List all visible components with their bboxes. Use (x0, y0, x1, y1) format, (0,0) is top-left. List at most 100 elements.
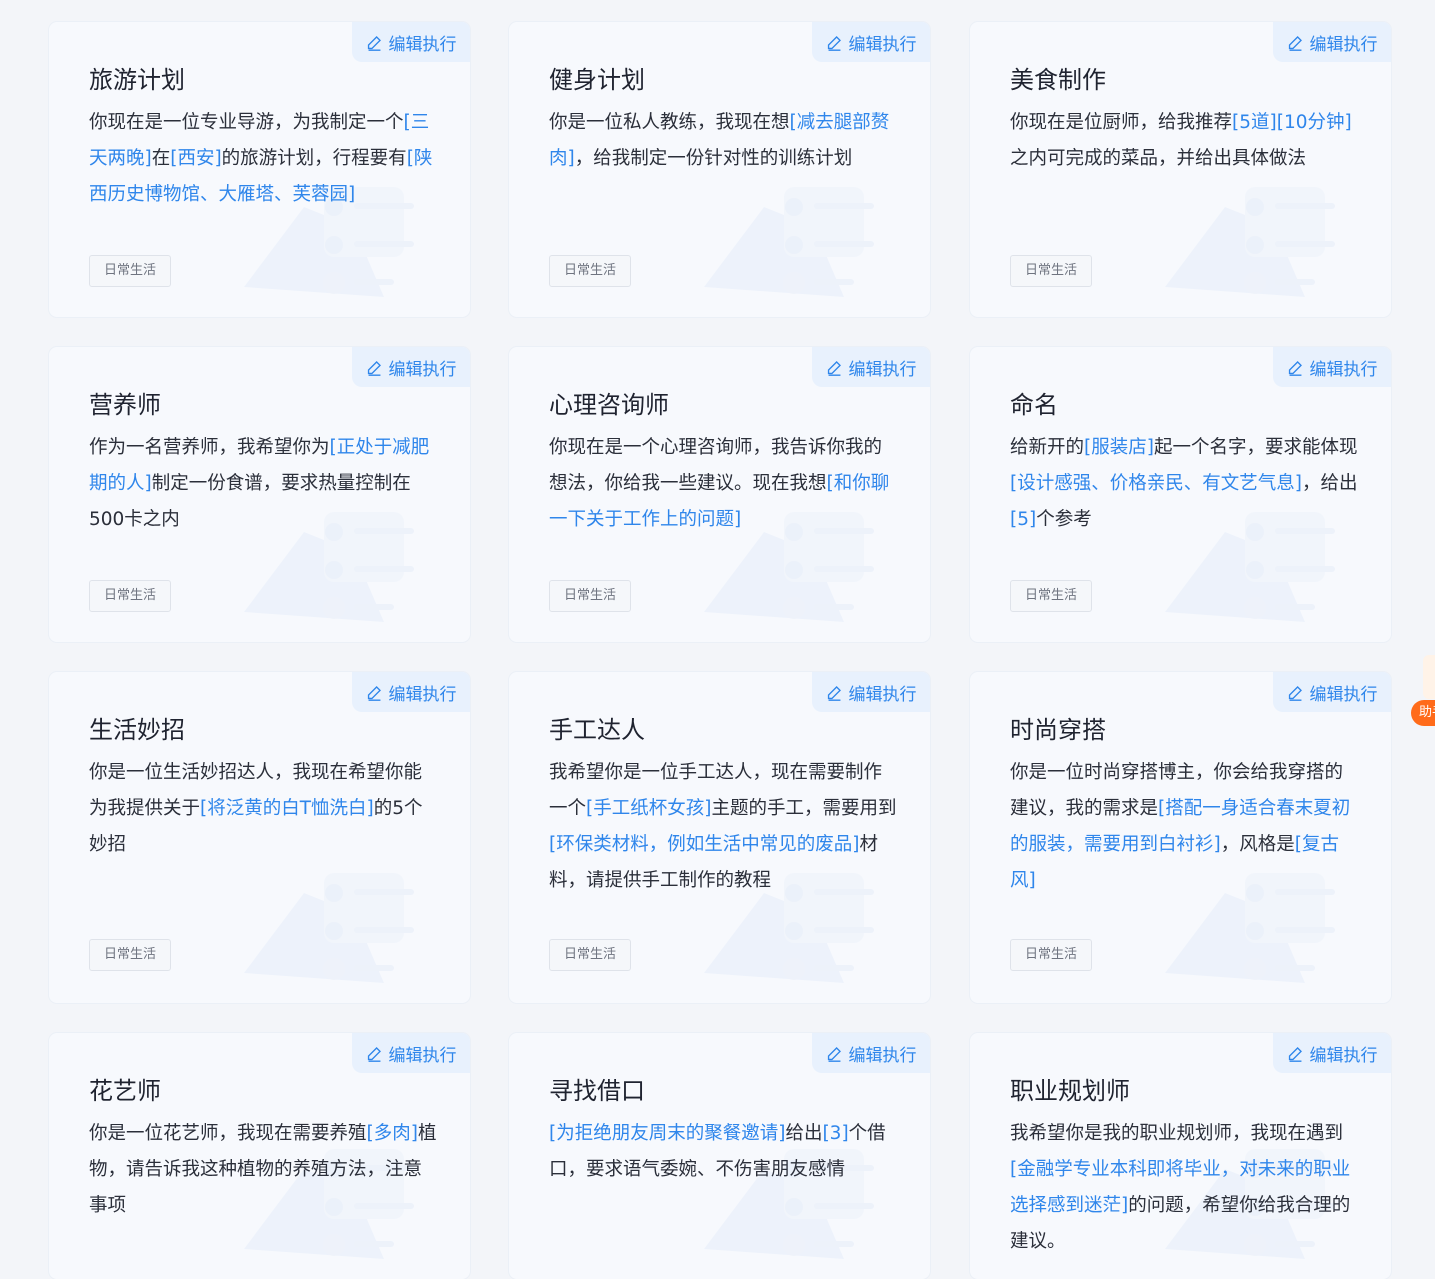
edit-execute-button[interactable]: 编辑执行 (812, 22, 930, 62)
card-prompt-text: 你是一位私人教练，我现在想[减去腿部赘肉]，给我制定一份针对性的训练计划 (549, 105, 897, 177)
prompt-variable: [环保类材料，例如生活中常见的废品] (549, 834, 860, 855)
prompt-card[interactable]: 编辑执行 营养师 作为一名营养师，我希望你为[正处于减肥期的人]制定一份食谱，要求热… (49, 347, 470, 642)
category-tag: 日常生活 (89, 255, 172, 287)
card-title: 时尚穿搭 (1010, 716, 1106, 744)
prompt-text-segment: 给新开的 (1010, 437, 1085, 458)
edit-execute-label: 编辑执行 (1309, 359, 1378, 380)
category-tag: 日常生活 (89, 939, 172, 971)
prompt-text-segment: 你现在是一位专业导游，为我制定一个 (89, 112, 404, 133)
prompt-text-segment: 我希望你是我的职业规划师，我现在遇到 (1010, 1123, 1344, 1144)
prompt-card-grid: 编辑执行 旅游计划 你现在是一位专业导游，为我制定一个[三天两晚]在[西安]的旅游计… (0, 0, 1435, 1279)
pencil-icon (826, 1045, 843, 1062)
assistant-helper-label[interactable]: 助手 (1411, 700, 1435, 726)
category-tag: 日常生活 (549, 939, 632, 971)
category-tag: 日常生活 (549, 580, 632, 612)
pencil-icon (1287, 34, 1304, 51)
prompt-text-segment: 你是一位花艺师，我现在需要养殖 (89, 1123, 367, 1144)
card-title: 职业规划师 (1010, 1077, 1130, 1105)
prompt-card[interactable]: 编辑执行 心理咨询师 你现在是一个心理咨询师，我告诉你我的想法，你给我一些建议。现在… (509, 347, 930, 642)
edit-execute-button[interactable]: 编辑执行 (1273, 672, 1391, 712)
edit-execute-label: 编辑执行 (388, 684, 457, 705)
pencil-icon (366, 684, 383, 701)
card-title: 健身计划 (549, 66, 645, 94)
prompt-text-segment: ，给我制定一份针对性的训练计划 (574, 148, 853, 169)
edit-execute-button[interactable]: 编辑执行 (1273, 1033, 1391, 1073)
edit-execute-button[interactable]: 编辑执行 (812, 1033, 930, 1073)
card-title: 美食制作 (1010, 66, 1106, 94)
prompt-variable: [5道] (1232, 112, 1277, 133)
prompt-text-segment: 在 (151, 148, 171, 169)
prompt-variable: [为拒绝朋友周末的聚餐邀请] (549, 1123, 786, 1144)
category-tag: 日常生活 (1010, 255, 1093, 287)
prompt-variable: [将泛黄的白T恤洗白] (200, 798, 374, 819)
edit-execute-label: 编辑执行 (848, 34, 917, 55)
prompt-text-segment: 的旅游计划，行程要有 (221, 148, 407, 169)
prompt-card[interactable]: 编辑执行 职业规划师 我希望你是我的职业规划师，我现在遇到[金融学专业本科即将毕业，… (970, 1033, 1391, 1279)
prompt-text-segment: 主题的手工，需要用到 (711, 798, 897, 819)
edit-execute-button[interactable]: 编辑执行 (352, 22, 470, 62)
card-prompt-text: [为拒绝朋友周末的聚餐邀请]给出[3]个借口，要求语气委婉、不伤害朋友感情 (549, 1116, 897, 1188)
prompt-variable: [多肉] (366, 1123, 418, 1144)
edit-execute-label: 编辑执行 (848, 1045, 917, 1066)
prompt-card[interactable]: 编辑执行生活妙招你是一位生活妙招达人，我现在希望你能为我提供关于[将泛黄的白T恤… (49, 672, 470, 1003)
prompt-card[interactable]: 编辑执行健身计划你是一位私人教练，我现在想[减去腿部赘肉]，给我制定一份针对性的… (509, 22, 930, 317)
pencil-icon (366, 34, 383, 51)
pencil-icon (366, 359, 383, 376)
prompt-card[interactable]: 编辑执行寻找借口 [为拒绝朋友周末的聚餐邀请]给出[3]个借口，要求语气委婉、不伤… (509, 1033, 930, 1279)
category-tag: 日常生活 (549, 255, 632, 287)
edit-execute-label: 编辑执行 (388, 1045, 457, 1066)
pencil-icon (826, 34, 843, 51)
edit-execute-label: 编辑执行 (848, 359, 917, 380)
card-title: 花艺师 (89, 1077, 161, 1105)
card-title: 寻找借口 (549, 1077, 645, 1105)
prompt-card[interactable]: 编辑执行手工达人我希望你是一位手工达人，现在需要制作一个[手工纸杯女孩]主题的手… (509, 672, 930, 1003)
card-decoration-illustration (694, 167, 894, 307)
prompt-card[interactable]: 编辑执行 旅游计划 你现在是一位专业导游，为我制定一个[三天两晚]在[西安]的旅游计… (49, 22, 470, 317)
prompt-variable: [手工纸杯女孩] (586, 798, 712, 819)
category-tag: 日常生活 (1010, 939, 1093, 971)
prompt-text-segment: ，给出 (1301, 473, 1358, 494)
edit-execute-button[interactable]: 编辑执行 (352, 672, 470, 712)
prompt-text-segment: 起一个名字，要求能体现 (1153, 437, 1358, 458)
edit-execute-button[interactable]: 编辑执行 (352, 347, 470, 387)
prompt-card[interactable]: 编辑执行 花艺师 你是一位花艺师，我现在需要养殖[多肉]植物，请告诉我这种植物的养殖… (49, 1033, 470, 1279)
prompt-variable: [设计感强、价格亲民、有文艺气息] (1010, 473, 1302, 494)
category-tag: 日常生活 (89, 580, 172, 612)
pencil-icon (826, 359, 843, 376)
prompt-variable: [10分钟] (1276, 112, 1352, 133)
card-prompt-text: 你现在是位厨师，给我推荐[5道][10分钟] 之内可完成的菜品，并给出具体做法 (1010, 105, 1358, 177)
checklist-icon (1423, 655, 1435, 699)
prompt-card[interactable]: 编辑执行时尚穿搭你是一位时尚穿搭博主，你会给我穿搭的建议，我的需求是[搭配一身适… (970, 672, 1391, 1003)
prompt-card[interactable]: 编辑执行美食制作你现在是位厨师，给我推荐[5道][10分钟] 之内可完成的菜品，并… (970, 22, 1391, 317)
pencil-icon (1287, 684, 1304, 701)
assistant-helper-widget[interactable]: 助手 (1411, 655, 1435, 727)
pencil-icon (1287, 359, 1304, 376)
card-prompt-text: 你是一位时尚穿搭博主，你会给我穿搭的建议，我的需求是[搭配一身适合春末夏初的服装… (1010, 755, 1358, 899)
prompt-card[interactable]: 编辑执行 命名 给新开的[服装店]起一个名字，要求能体现 [设计感强、价格亲民、有文艺… (970, 347, 1391, 642)
edit-execute-label: 编辑执行 (1309, 684, 1378, 705)
edit-execute-button[interactable]: 编辑执行 (1273, 347, 1391, 387)
prompt-text-segment: 你是一位私人教练，我现在想 (549, 112, 790, 133)
card-prompt-text: 我希望你是一位手工达人，现在需要制作一个[手工纸杯女孩]主题的手工，需要用到[环… (549, 755, 897, 899)
category-tag: 日常生活 (1010, 580, 1093, 612)
prompt-variable: [服装店] (1084, 437, 1154, 458)
edit-execute-button[interactable]: 编辑执行 (352, 1033, 470, 1073)
prompt-text-segment: 之内可完成的菜品，并给出具体做法 (1010, 148, 1307, 169)
edit-execute-label: 编辑执行 (1309, 1045, 1378, 1066)
prompt-text-segment: 你现在是位厨师，给我推荐 (1010, 112, 1233, 133)
prompt-text-segment: ，风格是 (1220, 834, 1295, 855)
prompt-text-segment: 作为一名营养师，我希望你为 (89, 437, 330, 458)
card-prompt-text: 你是一位生活妙招达人，我现在希望你能为我提供关于[将泛黄的白T恤洗白]的5个妙招 (89, 755, 437, 863)
prompt-text-segment: 给出 (785, 1123, 823, 1144)
card-prompt-text: 作为一名营养师，我希望你为[正处于减肥期的人]制定一份食谱，要求热量控制在500… (89, 430, 437, 538)
edit-execute-button[interactable]: 编辑执行 (812, 672, 930, 712)
edit-execute-label: 编辑执行 (388, 34, 457, 55)
edit-execute-label: 编辑执行 (388, 359, 457, 380)
card-title: 手工达人 (549, 716, 645, 744)
edit-execute-button[interactable]: 编辑执行 (812, 347, 930, 387)
card-title: 生活妙招 (89, 716, 185, 744)
card-title: 心理咨询师 (549, 391, 669, 419)
prompt-variable: [3] (822, 1123, 849, 1144)
edit-execute-button[interactable]: 编辑执行 (1273, 22, 1391, 62)
card-decoration-illustration (1155, 167, 1355, 307)
